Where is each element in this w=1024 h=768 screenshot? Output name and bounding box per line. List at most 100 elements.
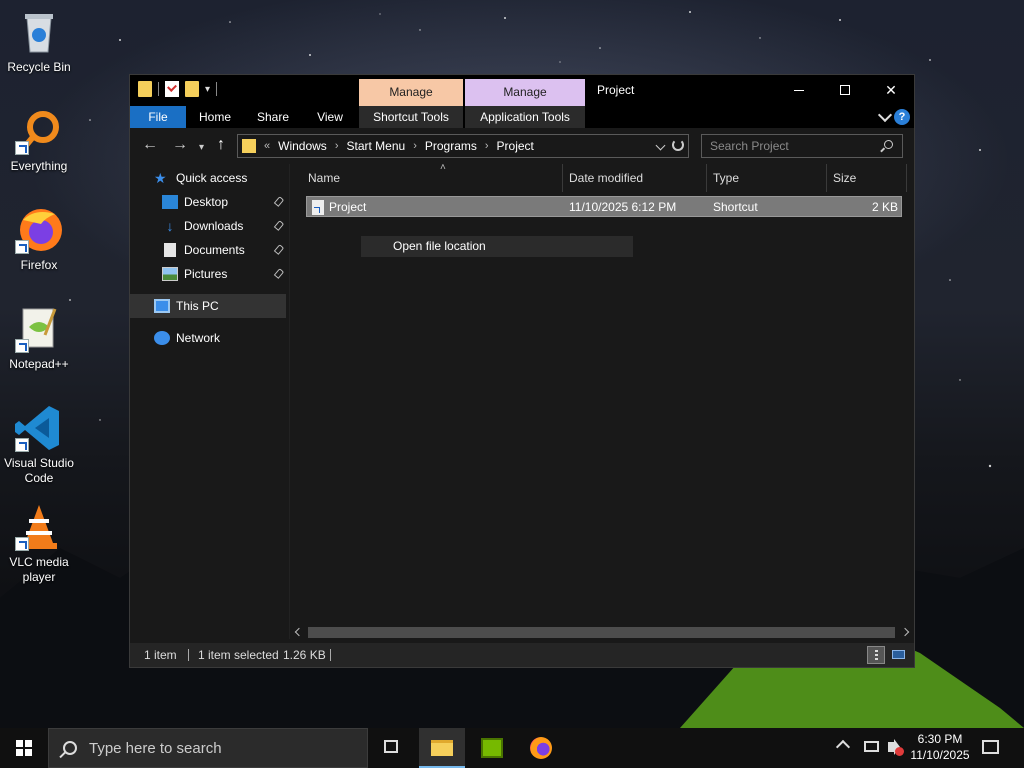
desktop-icon-firefox[interactable]: Firefox [1, 206, 77, 273]
tab-shortcut-tools[interactable]: Shortcut Tools [359, 106, 463, 128]
desktop-icon-recycle-bin[interactable]: Recycle Bin [1, 8, 77, 75]
overflow-chevron[interactable]: « [264, 140, 270, 152]
taskbar-firefox[interactable] [518, 728, 564, 768]
new-folder-icon[interactable] [185, 81, 199, 97]
recent-locations-icon[interactable]: ▾ [199, 140, 204, 156]
nav-item-label: Documents [184, 243, 245, 257]
minimize-icon [794, 89, 804, 91]
manage-application-group: Manage [465, 79, 585, 106]
search-box[interactable] [701, 134, 903, 158]
pin-icon[interactable] [273, 196, 285, 207]
search-input[interactable] [702, 135, 872, 157]
status-selection-size: 1.26 KB [283, 648, 326, 662]
network-tray-icon[interactable] [864, 741, 879, 752]
scroll-left-icon[interactable] [294, 627, 304, 637]
breadcrumb-separator[interactable]: › [413, 140, 417, 152]
start-button[interactable] [0, 728, 48, 768]
column-header-name[interactable]: ˄ Name [302, 162, 563, 192]
close-button[interactable]: ✕ [868, 75, 914, 105]
taskbar-file-explorer[interactable] [419, 728, 465, 768]
show-hidden-icons-chevron-icon[interactable] [835, 739, 851, 755]
file-size: 2 KB [871, 200, 898, 214]
taskbar-nvidia[interactable] [469, 728, 515, 768]
taskbar-search-placeholder: Type here to search [89, 739, 222, 757]
refresh-icon[interactable] [672, 139, 684, 151]
window-title: Project [597, 83, 635, 97]
nav-downloads[interactable]: ↓ Downloads [130, 214, 286, 238]
clock[interactable]: 6:30 PM 11/10/2025 [905, 731, 975, 763]
document-icon [164, 243, 176, 257]
maximize-button[interactable] [822, 75, 868, 105]
network-icon [154, 331, 170, 345]
breadcrumb-separator[interactable]: › [485, 140, 489, 152]
toolbar-separator [158, 82, 159, 96]
nav-documents[interactable]: Documents [130, 238, 286, 262]
firefox-icon [530, 737, 552, 759]
firefox-icon [15, 206, 63, 254]
minimize-button[interactable] [776, 75, 822, 105]
customize-toolbar-icon[interactable]: ▾ [205, 84, 210, 95]
title-bar[interactable]: ▾ Manage Manage Project ✕ [130, 75, 914, 106]
desktop-icon-everything[interactable]: Everything [1, 107, 77, 174]
breadcrumb-project[interactable]: Project [497, 139, 534, 153]
desktop-icon-label: Visual Studio Code [4, 456, 74, 485]
status-bar: 1 item 1 item selected 1.26 KB [130, 643, 914, 667]
pin-icon[interactable] [273, 220, 285, 231]
nav-this-pc[interactable]: This PC [130, 294, 286, 318]
desktop-icon-notepad-plus-plus[interactable]: Notepad++ [1, 305, 77, 372]
caption-buttons: ✕ [776, 75, 914, 105]
nvidia-icon [481, 738, 503, 758]
nav-desktop[interactable]: Desktop [130, 190, 286, 214]
address-bar[interactable]: « Windows › Start Menu › Programs › Proj… [237, 134, 689, 158]
large-icons-view-button[interactable] [890, 646, 908, 664]
file-row[interactable]: Project 11/10/2025 6:12 PM Shortcut 2 KB [306, 196, 902, 217]
horizontal-scrollbar[interactable] [290, 626, 914, 639]
nav-network[interactable]: Network [130, 326, 286, 350]
scroll-right-icon[interactable] [900, 627, 910, 637]
address-dropdown-icon[interactable] [655, 140, 666, 151]
column-header-type[interactable]: Type [707, 164, 827, 192]
scrollbar-thumb[interactable] [308, 627, 895, 638]
column-header-size[interactable]: Size [827, 164, 907, 192]
breadcrumb-programs[interactable]: Programs [425, 139, 477, 153]
breadcrumb-windows[interactable]: Windows [278, 139, 327, 153]
pin-icon[interactable] [273, 244, 285, 255]
file-date-modified: 11/10/2025 6:12 PM [569, 200, 677, 214]
ribbon-tabs: File Home Share View Shortcut Tools Appl… [130, 106, 914, 128]
folder-icon [138, 81, 152, 97]
up-arrow-icon[interactable]: ↑ [217, 137, 225, 153]
tab-file[interactable]: File [130, 106, 186, 128]
sort-ascending-icon: ˄ [440, 162, 446, 173]
recycle-bin-icon [15, 8, 63, 56]
clock-time: 6:30 PM [917, 732, 963, 746]
tab-view[interactable]: View [302, 106, 358, 128]
everything-search-icon [15, 107, 63, 155]
breadcrumb-separator[interactable]: › [335, 140, 339, 152]
nav-quick-access[interactable]: ★ Quick access [130, 166, 286, 190]
volume-tray-icon[interactable] [888, 739, 900, 755]
breadcrumb-start-menu[interactable]: Start Menu [346, 139, 405, 153]
tab-share[interactable]: Share [244, 106, 302, 128]
desktop-icon-vlc[interactable]: VLC media player [1, 503, 77, 585]
details-view-button[interactable] [867, 646, 885, 664]
forward-arrow-icon[interactable]: → [172, 137, 188, 153]
file-type: Shortcut [713, 200, 758, 214]
properties-icon[interactable] [165, 81, 179, 97]
back-arrow-icon[interactable]: ← [142, 137, 158, 153]
pin-icon[interactable] [273, 268, 285, 279]
desktop-icon-vscode[interactable]: Visual Studio Code [1, 404, 77, 486]
context-menu-item-open-file-location[interactable]: Open file location [361, 236, 633, 257]
column-header-date-modified[interactable]: Date modified [563, 164, 707, 192]
taskbar-search-box[interactable]: Type here to search [48, 728, 368, 768]
help-icon[interactable]: ? [894, 109, 910, 125]
desktop-icon-label: VLC media player [9, 555, 69, 584]
shortcut-arrow-icon [15, 339, 29, 353]
vlc-icon [15, 503, 63, 551]
tab-application-tools[interactable]: Application Tools [465, 106, 585, 128]
expand-ribbon-icon[interactable] [877, 107, 893, 123]
file-explorer-icon [431, 740, 453, 756]
task-view-button[interactable] [369, 728, 415, 768]
nav-pictures[interactable]: Pictures [130, 262, 286, 286]
action-center-icon[interactable] [982, 740, 999, 754]
tab-home[interactable]: Home [186, 106, 244, 128]
